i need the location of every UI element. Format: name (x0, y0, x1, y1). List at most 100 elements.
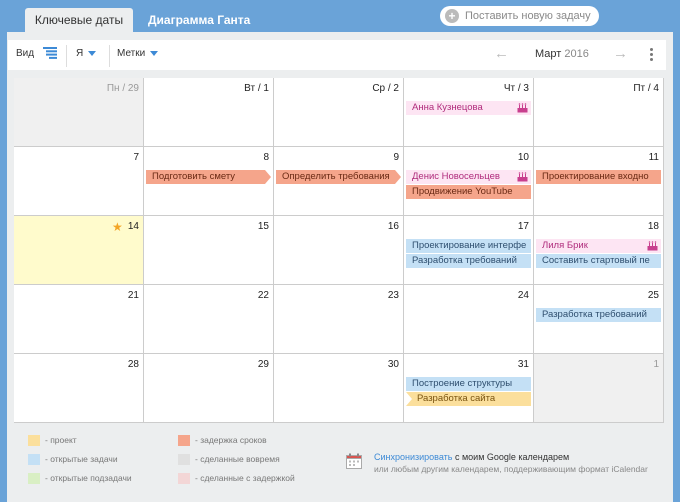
chevron-down-icon (150, 50, 159, 56)
calendar-icon (346, 453, 362, 469)
add-task-button[interactable]: + Поставить новую задачу (440, 6, 599, 26)
day-cell[interactable]: 30 (274, 354, 404, 423)
tags-filter[interactable]: Метки (117, 40, 159, 70)
legend-item: - открытые подзадачи (28, 472, 132, 485)
day-cell[interactable]: 15 (144, 216, 274, 285)
task-event[interactable]: Проектирование входно (536, 170, 661, 184)
task-event[interactable]: Составить стартовый пе (536, 254, 661, 268)
event-label: Лиля Брик (542, 240, 588, 251)
day-label: 30 (387, 359, 399, 370)
day-label: 29 (257, 359, 269, 370)
birthday-event[interactable]: Денис Новосельцев (406, 170, 531, 184)
event-label: Анна Кузнецова (412, 102, 483, 113)
day-label: 24 (517, 290, 529, 301)
star-icon: ★ (112, 220, 123, 234)
legend-item: - проект (28, 434, 77, 447)
day-label: 16 (387, 221, 399, 232)
event-label: Определить требования (282, 171, 390, 182)
legend-label: - сделанные с задержкой (195, 473, 295, 483)
legend-swatch (28, 473, 40, 485)
tab-key-dates[interactable]: Ключевые даты (25, 8, 133, 32)
day-label: 14 (127, 221, 139, 232)
legend-label: - задержка сроков (195, 435, 267, 445)
day-cell[interactable]: 21 (14, 285, 144, 354)
year: 2016 (564, 48, 589, 60)
month-name: Март (535, 48, 562, 60)
day-cell[interactable]: 23 (274, 285, 404, 354)
sync-text-rest: с моим Google календарем (452, 452, 570, 462)
task-event[interactable]: Построение структуры (406, 377, 531, 391)
day-label: 23 (387, 290, 399, 301)
day-cell[interactable]: 22 (144, 285, 274, 354)
day-label: 25 (647, 290, 659, 301)
day-cell[interactable]: Пт / 4 (534, 78, 664, 147)
day-cell[interactable]: 28 (14, 354, 144, 423)
birthday-cake-icon (517, 103, 528, 113)
legend-swatch (28, 435, 40, 447)
day-label: 28 (127, 359, 139, 370)
task-event[interactable]: Подготовить смету (146, 170, 271, 184)
birthday-cake-icon (517, 172, 528, 182)
day-label: 17 (517, 221, 529, 232)
day-cell[interactable]: Пн / 29 (14, 78, 144, 147)
legend-label: - открытые подзадачи (45, 473, 132, 483)
day-cell[interactable]: 1 (534, 354, 664, 423)
day-label: Чт / 3 (503, 83, 529, 94)
event-label: Составить стартовый пе (542, 255, 650, 266)
day-label: Вт / 1 (244, 83, 269, 94)
day-cell[interactable]: 24 (404, 285, 534, 354)
view-label: Вид (16, 48, 35, 59)
day-cell[interactable]: 16 (274, 216, 404, 285)
assignee-label: Я (76, 48, 84, 59)
legend-label: - открытые задачи (45, 454, 118, 464)
event-label: Проектирование входно (542, 171, 649, 182)
more-options-icon[interactable] (650, 48, 654, 62)
day-label: Пт / 4 (633, 83, 659, 94)
day-label: 15 (257, 221, 269, 232)
birthday-cake-icon (647, 241, 658, 251)
toolbar: Вид Я Метки ← Март 2016 → (8, 40, 666, 70)
day-cell[interactable]: 29 (144, 354, 274, 423)
day-cell[interactable]: 7 (14, 147, 144, 216)
event-label: Разработка требований (412, 255, 517, 266)
legend-swatch (178, 454, 190, 466)
tags-label: Метки (117, 48, 146, 59)
day-cell[interactable]: 14 ★ (14, 216, 144, 285)
birthday-event[interactable]: Анна Кузнецова (406, 101, 531, 115)
view-list-icon (42, 47, 57, 60)
task-event[interactable]: Определить требования (276, 170, 401, 184)
next-month-button[interactable]: → (613, 40, 628, 70)
day-cell[interactable]: Ср / 2 (274, 78, 404, 147)
assignee-filter[interactable]: Я (76, 40, 97, 70)
day-label: 1 (653, 359, 659, 370)
task-event[interactable]: Продвижение YouTube (406, 185, 531, 199)
legend-item: - сделанные с задержкой (178, 472, 295, 485)
day-label: 8 (263, 152, 269, 163)
plus-icon: + (445, 9, 459, 23)
calendar-sync: Синхронизировать с моим Google календаре… (343, 452, 673, 482)
birthday-event[interactable]: Лиля Брик (536, 239, 661, 253)
view-menu[interactable]: Вид (16, 40, 57, 70)
add-task-label: Поставить новую задачу (465, 10, 591, 22)
task-event[interactable]: Проектирование интерфе (406, 239, 531, 253)
day-label: 10 (517, 152, 529, 163)
day-label: 18 (647, 221, 659, 232)
sync-link[interactable]: Синхронизировать (374, 452, 452, 462)
legend-swatch (178, 473, 190, 485)
task-event[interactable]: Разработка требований (406, 254, 531, 268)
tab-gantt-chart[interactable]: Диаграмма Ганта (134, 8, 264, 32)
event-label: Продвижение YouTube (412, 186, 513, 197)
toolbar-divider (109, 45, 110, 67)
event-label: Подготовить смету (152, 171, 236, 182)
legend-item: - задержка сроков (178, 434, 267, 447)
day-cell[interactable]: Вт / 1 (144, 78, 274, 147)
legend-swatch (28, 454, 40, 466)
day-label: 9 (393, 152, 399, 163)
task-event[interactable]: Разработка сайта (406, 392, 531, 406)
day-label: 11 (648, 152, 659, 163)
prev-month-button[interactable]: ← (494, 40, 509, 70)
event-label: Построение структуры (412, 378, 513, 389)
day-label: Пн / 29 (106, 83, 139, 94)
task-event[interactable]: Разработка требований (536, 308, 661, 322)
legend-item: - открытые задачи (28, 453, 118, 466)
